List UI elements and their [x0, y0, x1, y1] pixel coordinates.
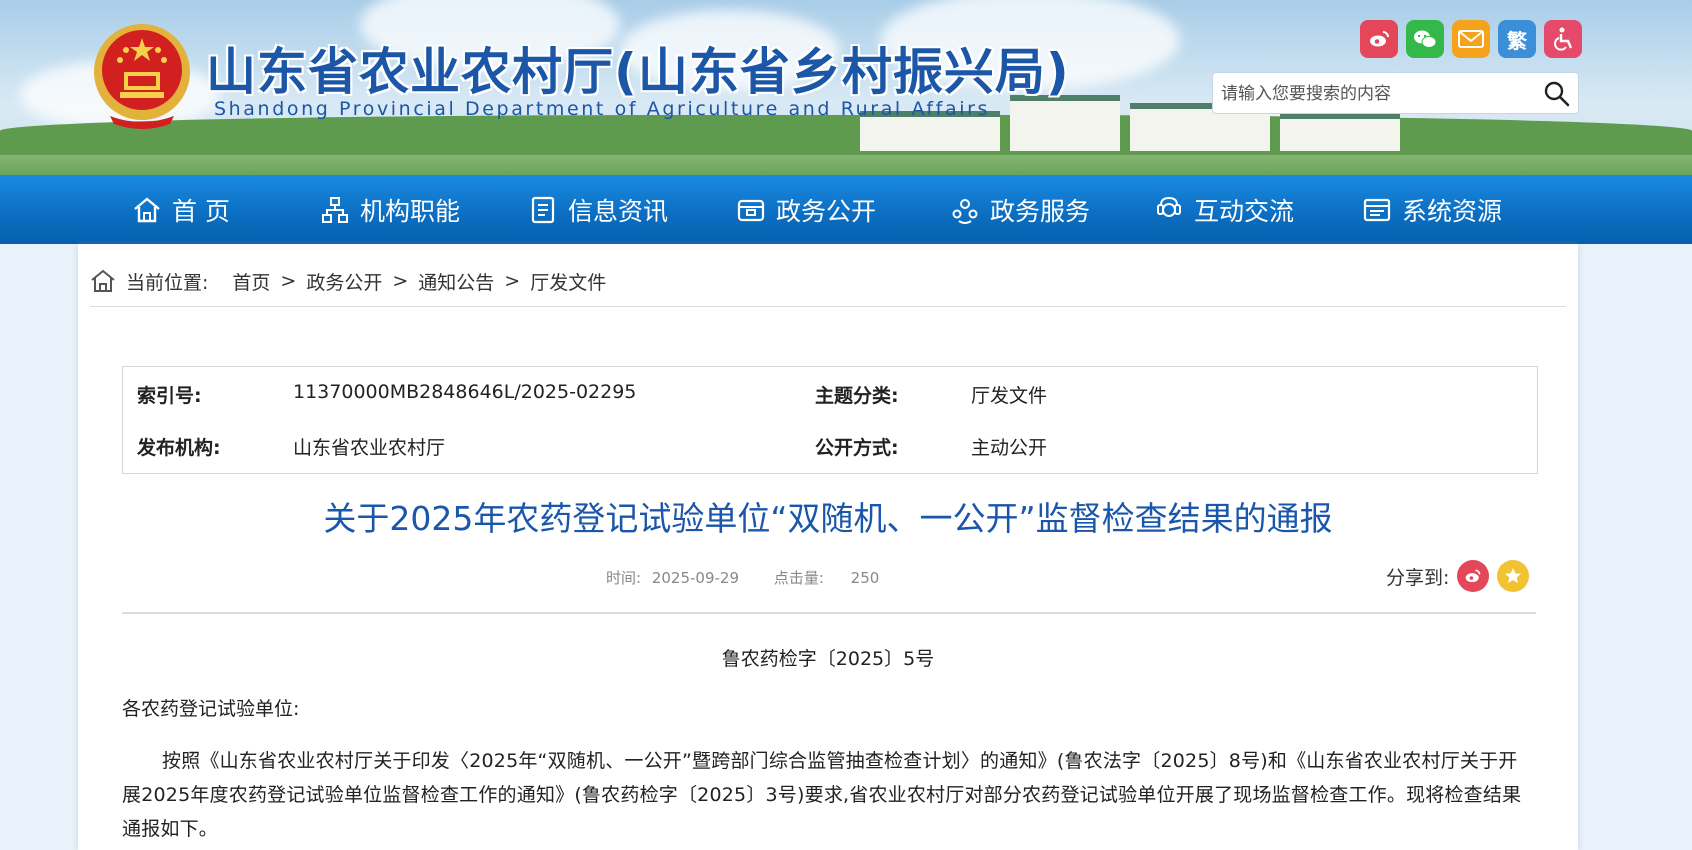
- nav-item-label: 系统资源: [1402, 196, 1503, 226]
- document-number: 鲁农药检字〔2025〕5号: [721, 648, 935, 670]
- index-label: 索引号:: [137, 385, 202, 407]
- nav-item-organization[interactable]: 机构职能: [320, 175, 460, 244]
- article-paragraph: 按照《山东省农业农村厅关于印发〈2025年“双随机、一公开”暨跨部门综合监管抽查…: [122, 750, 1522, 840]
- weibo-icon[interactable]: [1360, 20, 1398, 58]
- disclosure-label: 公开方式:: [815, 437, 899, 459]
- nav-item-government-services[interactable]: 政务服务: [950, 175, 1090, 244]
- accessibility-icon[interactable]: [1544, 20, 1582, 58]
- main-nav: 首 页 机构职能 信息资讯 政务公开 政务服务 互动交流 系统资源: [0, 175, 1692, 244]
- publisher-value: 山东省农业农村厅: [293, 437, 446, 459]
- disclosure-value: 主动公开: [971, 437, 1048, 459]
- nav-item-home[interactable]: 首 页: [132, 175, 230, 244]
- social-icons: 繁: [1360, 20, 1582, 58]
- nav-item-label: 首 页: [172, 196, 230, 226]
- breadcrumb-divider: [90, 306, 1566, 307]
- interaction-icon: [1157, 196, 1181, 217]
- breadcrumb: 当前位置: 首页 > 政务公开 > 通知公告 > 厅发文件: [90, 266, 606, 296]
- time-label: 时间:: [606, 569, 642, 587]
- national-emblem-logo: [94, 24, 190, 129]
- news-icon: [531, 196, 555, 223]
- share-bar: 分享到:: [1386, 560, 1530, 592]
- site-subtitle: Shandong Provincial Department of Agricu…: [214, 98, 990, 120]
- breadcrumb-separator: >: [280, 270, 297, 292]
- box-icon: [737, 199, 765, 221]
- home-icon: [134, 196, 160, 222]
- search-box: [1212, 72, 1579, 114]
- nav-item-label: 互动交流: [1194, 196, 1295, 226]
- home-icon: [91, 269, 115, 292]
- nav-item-label: 政务公开: [776, 196, 877, 226]
- org-chart-icon: [322, 196, 348, 223]
- site-header: 山东省农业农村厅(山东省乡村振兴局) Shandong Provincial D…: [0, 0, 1692, 175]
- breadcrumb-item-government-affairs[interactable]: 政务公开: [306, 268, 382, 295]
- topic-label: 主题分类:: [815, 385, 899, 407]
- index-value: 11370000MB2848646L/2025-02295: [293, 381, 637, 403]
- nav-item-label: 政务服务: [990, 196, 1091, 226]
- traditional-chinese-icon[interactable]: 繁: [1498, 20, 1536, 58]
- breadcrumb-item-department-documents[interactable]: 厅发文件: [530, 268, 606, 295]
- topic-value: 厅发文件: [971, 385, 1048, 407]
- article-salutation: 各农药登记试验单位:: [122, 698, 300, 720]
- breadcrumb-prefix: 当前位置:: [126, 271, 209, 294]
- nav-item-interaction[interactable]: 互动交流: [1154, 175, 1294, 244]
- clicks-value: 250: [850, 569, 880, 587]
- breadcrumb-separator: >: [504, 270, 521, 292]
- wechat-icon[interactable]: [1406, 20, 1444, 58]
- nav-item-label: 信息资讯: [568, 196, 669, 226]
- clicks-label: 点击量:: [773, 569, 824, 587]
- search-input[interactable]: [1221, 82, 1521, 106]
- time-value: 2025-09-29: [651, 569, 740, 587]
- resource-icon: [1363, 198, 1391, 221]
- site-title: 山东省农业农村厅(山东省乡村振兴局): [206, 43, 1070, 101]
- breadcrumb-item-home[interactable]: 首页: [232, 268, 270, 295]
- document-metadata-table: 索引号: 11370000MB2848646L/2025-02295 主题分类:…: [122, 366, 1538, 474]
- publisher-label: 发布机构:: [137, 437, 221, 459]
- share-favorite-icon[interactable]: [1497, 560, 1530, 592]
- article-info: 时间: 2025-09-29 点击量: 250: [606, 567, 885, 588]
- nav-item-label: 机构职能: [360, 196, 461, 226]
- nav-item-news[interactable]: 信息资讯: [528, 175, 668, 244]
- content-panel: 当前位置: 首页 > 政务公开 > 通知公告 > 厅发文件 索引号: 11370…: [78, 244, 1578, 850]
- nav-item-system-resources[interactable]: 系统资源: [1362, 175, 1502, 244]
- email-icon[interactable]: [1452, 20, 1490, 58]
- article-title: 关于2025年农药登记试验单位“双随机、一公开”监督检查结果的通报: [323, 499, 1333, 538]
- nav-item-government-affairs[interactable]: 政务公开: [736, 175, 876, 244]
- share-label: 分享到:: [1386, 566, 1450, 589]
- breadcrumb-item-notices[interactable]: 通知公告: [418, 268, 494, 295]
- article-divider: [122, 612, 1536, 614]
- service-icon: [952, 198, 978, 224]
- breadcrumb-separator: >: [392, 270, 409, 292]
- share-weibo-icon[interactable]: [1457, 560, 1490, 592]
- search-icon[interactable]: [1542, 79, 1572, 109]
